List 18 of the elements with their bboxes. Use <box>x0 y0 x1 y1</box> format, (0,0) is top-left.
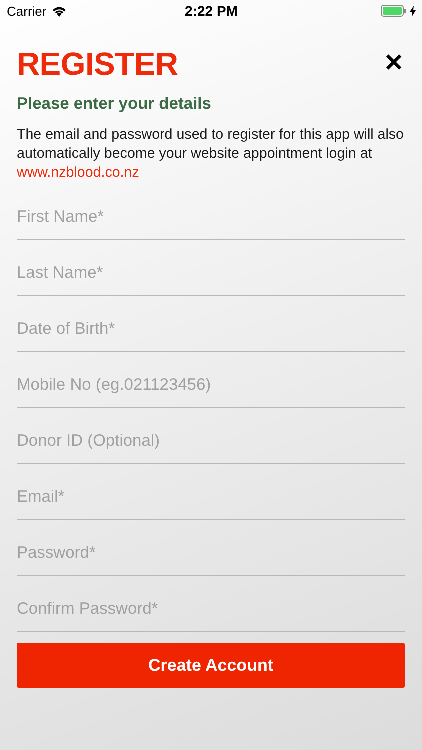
input-field[interactable]: Last Name* <box>17 240 405 295</box>
carrier-label: Carrier <box>7 4 47 18</box>
subtitle: Please enter your details <box>17 95 212 114</box>
intro-text: The email and password used to register for this app will also automatically become your website appointment login at www.nzblood.co.nz <box>17 126 405 183</box>
input-field[interactable]: Email* <box>17 464 405 519</box>
website-link[interactable]: www.nzblood.co.nz <box>17 165 140 181</box>
input-field[interactable]: Confirm Password* <box>17 576 405 631</box>
input-field[interactable]: Donor ID (Optional) <box>17 408 405 463</box>
wifi-icon <box>52 6 67 16</box>
input-field[interactable]: Password* <box>17 520 405 575</box>
input-field[interactable]: Date of Birth* <box>17 296 405 351</box>
page-title: REGISTER <box>17 46 178 82</box>
create-account-button[interactable]: Create Account <box>17 643 405 688</box>
input-field[interactable]: Mobile No (eg.021123456) <box>17 352 405 407</box>
status-time: 2:22 PM <box>185 3 238 19</box>
input-field[interactable]: First Name* <box>17 184 405 239</box>
battery-icon <box>381 5 408 17</box>
charging-icon <box>410 6 416 16</box>
